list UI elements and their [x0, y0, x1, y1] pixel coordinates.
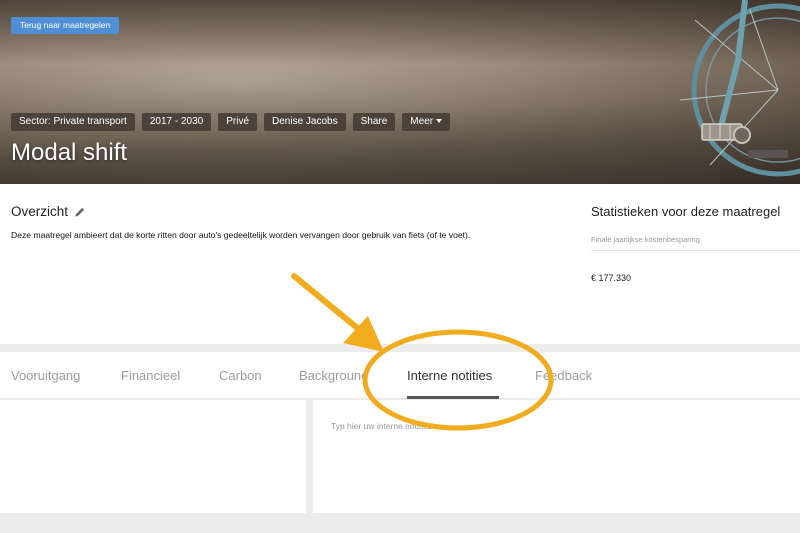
left-panel: [0, 400, 306, 513]
stats-divider: [591, 250, 800, 251]
stats-title: Statistieken voor deze maatregel: [591, 204, 781, 219]
more-menu-label: Meer: [410, 116, 434, 127]
tab-carbon[interactable]: Carbon: [219, 368, 262, 383]
owner-chip[interactable]: Denise Jacobs: [264, 113, 346, 131]
tab-vooruitgang[interactable]: Vooruitgang: [11, 368, 80, 383]
overview-description: Deze maatregel ambieert dat de korte rit…: [11, 230, 471, 240]
visibility-chip[interactable]: Privé: [218, 113, 258, 131]
tab-background[interactable]: Background: [299, 368, 368, 383]
internal-notes-input[interactable]: [331, 416, 771, 436]
overview-title: Overzicht: [11, 204, 69, 219]
pencil-icon[interactable]: [74, 206, 86, 218]
back-to-measures-button[interactable]: Terug naar maatregelen: [11, 17, 120, 34]
measure-meta-chips: Sector: Private transport 2017 - 2030 Pr…: [11, 113, 451, 131]
notes-panel: [313, 400, 800, 513]
period-chip[interactable]: 2017 - 2030: [141, 113, 212, 131]
bicycle-image: [679, 0, 800, 177]
hero-banner: Terug naar maatregelen Sector: Private t…: [0, 0, 800, 184]
page-title: Modal shift: [11, 139, 128, 166]
share-button[interactable]: Share: [352, 113, 396, 131]
more-menu-button[interactable]: Meer: [402, 113, 451, 131]
stats-label: Finale jaarlijkse kostenbesparing: [591, 235, 700, 244]
tab-feedback[interactable]: Feedback: [535, 368, 592, 383]
tab-bar: Vooruitgang Financieel Carbon Background…: [0, 352, 800, 399]
overview-section: Overzicht Deze maatregel ambieert dat de…: [0, 184, 800, 344]
active-tab-indicator: [407, 396, 499, 399]
sector-chip[interactable]: Sector: Private transport: [11, 113, 135, 131]
tab-financieel[interactable]: Financieel: [121, 368, 180, 383]
overview-header: Overzicht: [11, 204, 86, 219]
tab-interne-notities[interactable]: Interne notities: [407, 368, 492, 383]
caret-down-icon: [436, 119, 443, 124]
stats-value: € 177.330: [591, 273, 632, 283]
